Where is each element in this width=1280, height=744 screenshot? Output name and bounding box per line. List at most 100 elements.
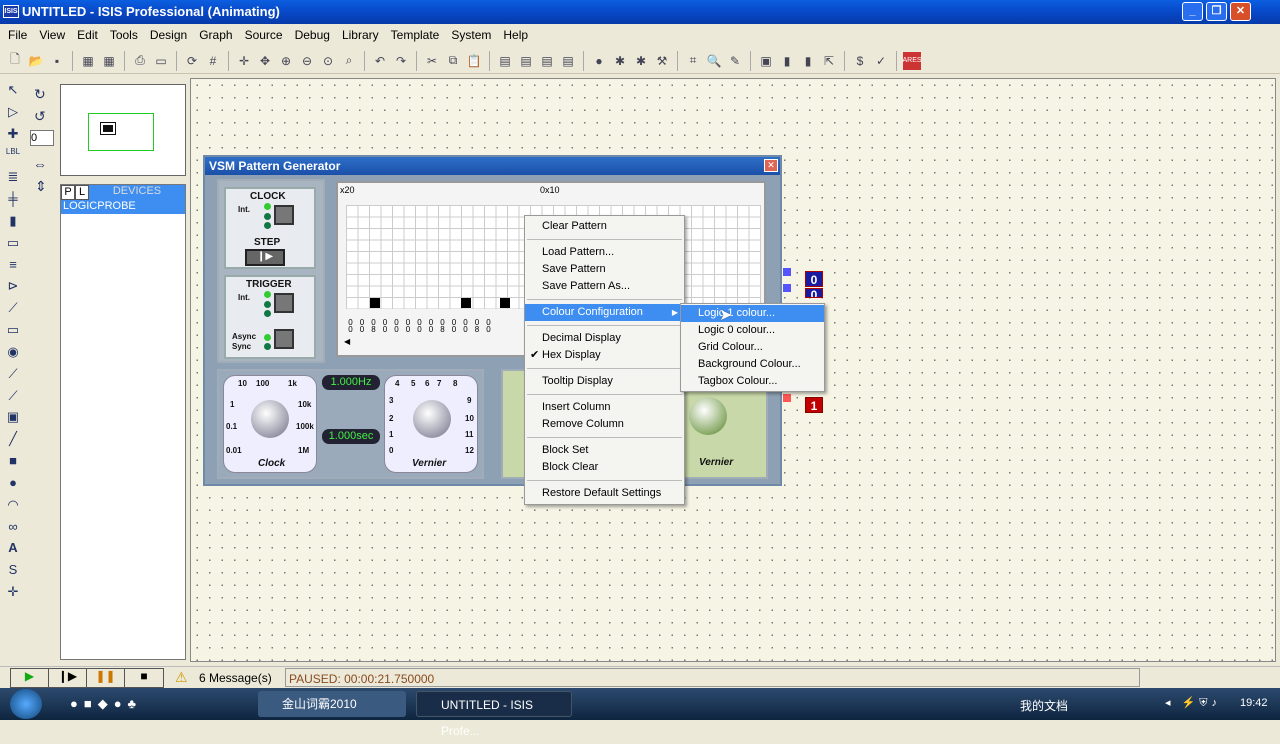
menu-view[interactable]: View — [33, 28, 71, 42]
menu-help[interactable]: Help — [497, 28, 534, 42]
copy-icon[interactable]: ⧉ — [444, 52, 462, 70]
refresh-icon[interactable]: ⟳ — [183, 52, 201, 70]
menu-edit[interactable]: Edit — [71, 28, 104, 42]
context-item-decimal-display[interactable]: Decimal Display — [525, 330, 684, 347]
pattern-bit[interactable] — [500, 298, 510, 308]
package-icon[interactable]: ✱ — [632, 52, 650, 70]
pin-icon[interactable]: ≡ — [4, 257, 22, 275]
make-device-icon[interactable]: ✱ — [611, 52, 629, 70]
context-item-clear-pattern[interactable]: Clear Pattern — [525, 218, 684, 235]
ares-icon[interactable]: ARES — [902, 51, 922, 70]
erc-icon[interactable]: ✓ — [872, 52, 890, 70]
submenu-item[interactable]: Logic 1 colour... — [681, 305, 824, 322]
quick-launch-icons[interactable]: ●■◆●♣ — [70, 696, 142, 712]
context-item-insert-column[interactable]: Insert Column — [525, 399, 684, 416]
vernier-knob[interactable] — [413, 400, 451, 438]
task-kingsoft[interactable]: 金山词霸2010 — [258, 691, 406, 717]
terminal-icon[interactable]: ▭ — [4, 235, 22, 253]
marker-icon[interactable]: ✛ — [4, 584, 22, 602]
rotate-cw-icon[interactable]: ↻ — [34, 86, 46, 103]
generator-icon[interactable]: ◉ — [4, 344, 22, 362]
context-item-remove-column[interactable]: Remove Column — [525, 416, 684, 433]
circle-icon[interactable]: ● — [4, 475, 22, 493]
stop-button[interactable]: ■ — [125, 669, 163, 687]
block-rotate-icon[interactable]: ▤ — [538, 52, 556, 70]
tray-icons[interactable]: ◂ ⚡⛨♪ — [1165, 696, 1221, 710]
clock-mode-button[interactable] — [274, 205, 294, 225]
mirror-y-icon[interactable]: ⇕ — [35, 178, 47, 195]
zoom-all-icon[interactable]: ⊙ — [319, 52, 337, 70]
import-icon[interactable]: ▦ — [79, 52, 97, 70]
pause-button[interactable]: ❚❚ — [87, 669, 125, 687]
wire-autorouter-icon[interactable]: ⌗ — [684, 52, 702, 70]
menu-template[interactable]: Template — [385, 28, 446, 42]
vernier-knob-2[interactable] — [689, 397, 727, 435]
line-icon[interactable]: ╱ — [4, 431, 22, 449]
selection-mode-icon[interactable]: ↖ — [4, 82, 22, 100]
bus-icon[interactable]: ╪ — [4, 191, 22, 209]
zoom-area-icon[interactable]: ⌕ — [340, 52, 358, 70]
menu-system[interactable]: System — [445, 28, 497, 42]
menu-source[interactable]: Source — [239, 28, 289, 42]
arc-icon[interactable]: ◠ — [4, 497, 22, 515]
zoom-in-icon[interactable]: ⊕ — [277, 52, 295, 70]
area-icon[interactable]: ▭ — [152, 52, 170, 70]
mirror-x-icon[interactable]: ⇔ — [33, 156, 47, 172]
step-sim-button[interactable]: ❙▶ — [49, 669, 87, 687]
tray-text[interactable]: 我的文档 — [1020, 697, 1068, 714]
start-button[interactable] — [10, 689, 42, 719]
rotate-ccw-icon[interactable]: ↺ — [34, 108, 46, 125]
logic-probe-0[interactable]: 0 — [805, 271, 823, 287]
save-icon[interactable]: ▪ — [48, 52, 66, 70]
text-script-icon[interactable]: ≣ — [4, 169, 22, 187]
paste-icon[interactable]: 📋 — [465, 52, 483, 70]
menu-graph[interactable]: Graph — [193, 28, 238, 42]
device-list-item[interactable]: LOGICPROBE — [61, 200, 185, 214]
submenu-item[interactable]: Logic 0 colour... — [681, 322, 824, 339]
decompose-icon[interactable]: ⚒ — [653, 52, 671, 70]
context-item-tooltip-display[interactable]: Tooltip Display — [525, 373, 684, 390]
context-item-colour-configuration[interactable]: Colour Configuration ▶ — [525, 304, 684, 321]
clock-knob[interactable] — [251, 400, 289, 438]
component-mode-icon[interactable]: ▷ — [4, 104, 22, 122]
wire-label-icon[interactable]: LBL — [4, 147, 22, 165]
junction-dot-icon[interactable]: ✚ — [4, 126, 22, 144]
logic-probe-1[interactable]: 0 — [805, 288, 823, 298]
context-item-block-clear[interactable]: Block Clear — [525, 459, 684, 476]
block-delete-icon[interactable]: ▤ — [559, 52, 577, 70]
zoom-out-icon[interactable]: ⊖ — [298, 52, 316, 70]
messages-count[interactable]: 6 Message(s) — [199, 671, 272, 685]
print-icon[interactable]: ⎙ — [131, 52, 149, 70]
property-tool-icon[interactable]: ✎ — [726, 52, 744, 70]
origin-icon[interactable]: ✛ — [235, 52, 253, 70]
symbol-icon[interactable]: S — [4, 562, 22, 580]
path-icon[interactable]: ∞ — [4, 519, 22, 537]
pan-icon[interactable]: ✥ — [256, 52, 274, 70]
context-item-restore-default-settings[interactable]: Restore Default Settings — [525, 485, 684, 502]
library-tab[interactable]: L — [75, 185, 89, 200]
context-item-load-pattern[interactable]: Load Pattern... — [525, 244, 684, 261]
pick-device-icon[interactable]: ● — [590, 52, 608, 70]
open-icon[interactable]: 📂 — [27, 52, 45, 70]
remove-sheet-icon[interactable]: ▮ — [799, 52, 817, 70]
current-probe-icon[interactable]: ⟋ — [4, 388, 22, 406]
logic-probe-2[interactable]: 1 — [805, 397, 823, 413]
pattern-bit[interactable] — [370, 298, 380, 308]
voltage-probe-icon[interactable]: ⟋ — [4, 366, 22, 384]
play-button[interactable]: ▶ — [11, 669, 49, 687]
overview-window[interactable] — [60, 84, 186, 176]
context-item-save-pattern[interactable]: Save Pattern — [525, 261, 684, 278]
device-pin-icon[interactable]: ⊳ — [4, 278, 22, 296]
rotation-input[interactable] — [30, 130, 54, 146]
submenu-item[interactable]: Tagbox Colour... — [681, 373, 824, 390]
block-copy-icon[interactable]: ▤ — [496, 52, 514, 70]
block-move-icon[interactable]: ▤ — [517, 52, 535, 70]
submenu-item[interactable]: Background Colour... — [681, 356, 824, 373]
bom-icon[interactable]: $ — [851, 52, 869, 70]
pick-tab[interactable]: P — [61, 185, 75, 200]
scroll-left-icon[interactable]: ◀ — [344, 337, 350, 346]
sync-mode-button[interactable] — [274, 329, 294, 349]
cut-icon[interactable]: ✂ — [423, 52, 441, 70]
design-explorer-icon[interactable]: ▣ — [757, 52, 775, 70]
new-icon[interactable]: 🗋 — [6, 52, 24, 70]
